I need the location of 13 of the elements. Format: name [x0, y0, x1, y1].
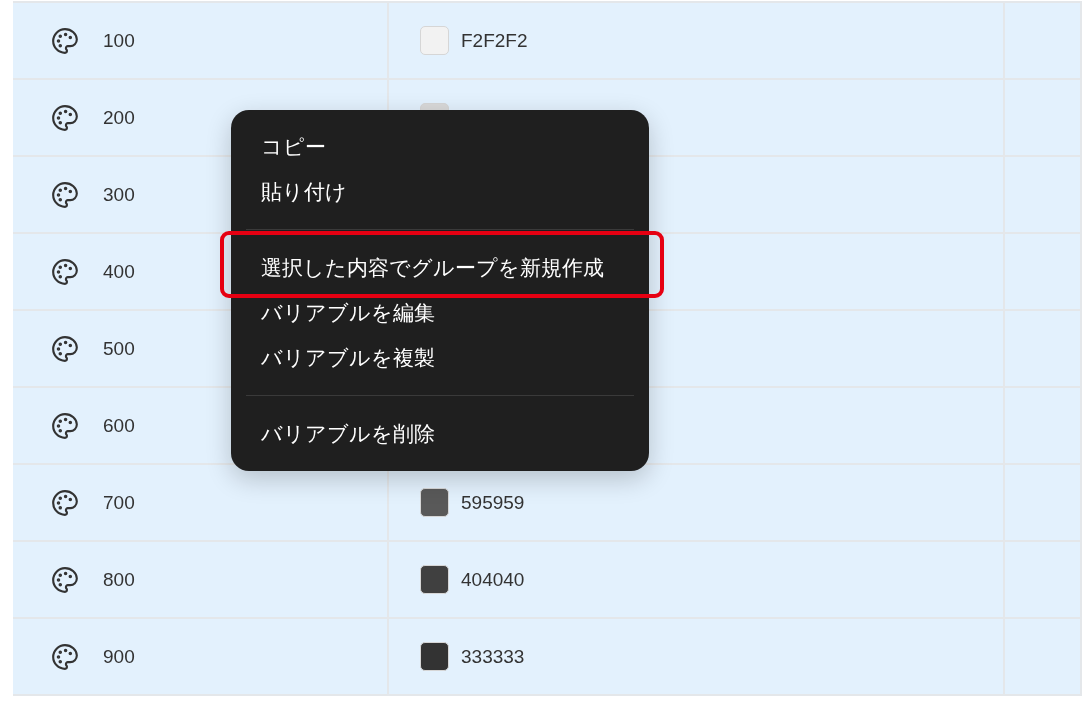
color-value: 595959: [461, 491, 525, 514]
variable-name: 700: [103, 491, 135, 514]
variable-name: 400: [103, 260, 135, 283]
color-value: 333333: [461, 645, 525, 668]
color-value: F2F2F2: [461, 29, 528, 52]
variable-name: 200: [103, 106, 135, 129]
variable-name: 600: [103, 414, 135, 437]
variable-name: 300: [103, 183, 135, 206]
color-value: 404040: [461, 568, 525, 591]
variable-name: 900: [103, 645, 135, 668]
variable-name: 100: [103, 29, 135, 52]
variable-name: 800: [103, 568, 135, 591]
variable-name: 500: [103, 337, 135, 360]
